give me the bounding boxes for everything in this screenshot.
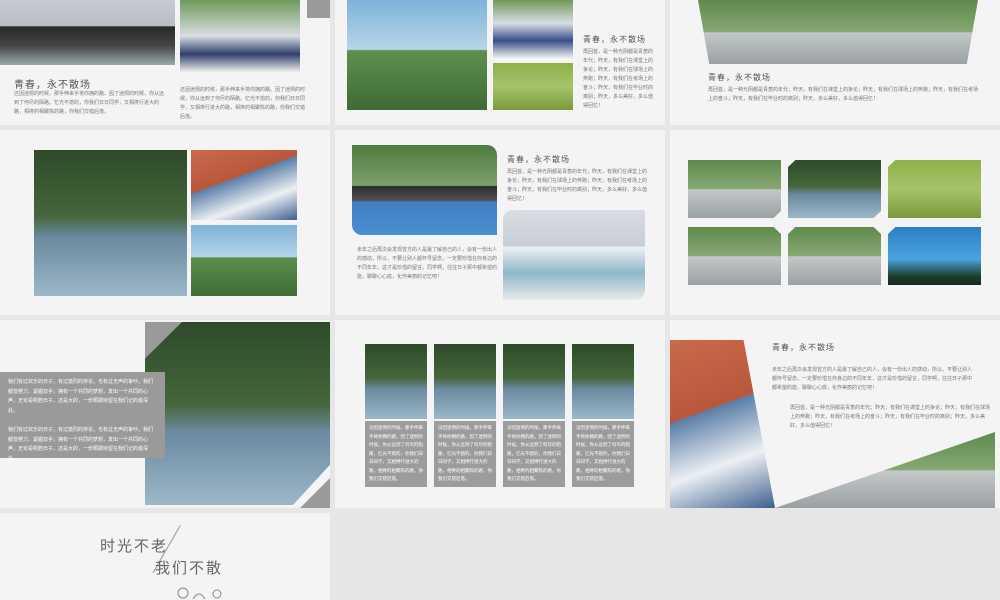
photo-students-posing xyxy=(180,0,300,72)
slide-5-bottom-text: 未年之后再次会发现曾方的人是最了解自己的人，会有一份出人的感动，所以，不要让别人… xyxy=(357,247,498,280)
card-3-text: 没因迷惘的时候，那手伸来手将你拥的路，因了迷惘的时候，你从远到了何尽的陌路，忆光… xyxy=(503,421,565,487)
photo-card-1 xyxy=(365,344,427,419)
slide-7-para-1: 我们有过欢乐的日子，有过激烈的辩论，也有过无声的争吵，我们都曾努力、紧握双手，拥… xyxy=(8,379,154,414)
slide-7-para-2: 我们有过欢乐的日子，有过激烈的辩论，也有过无声的争吵，我们都曾努力、紧握双手，拥… xyxy=(8,427,154,462)
photo-students-stairs xyxy=(0,0,175,65)
photo-girl-steps-large xyxy=(145,322,330,505)
photo-forest-road xyxy=(788,227,881,285)
slide-9-para-2: 再回首，是一种光阴都是青葱的年代；昨天，有我们在课堂上的争论；昨天，有我们在球场… xyxy=(790,405,991,429)
photo-couple-street xyxy=(688,160,781,218)
photo-class-field xyxy=(347,0,487,110)
photo-jump-sky xyxy=(888,227,981,285)
slide-2-heading: 青春，永不散场 xyxy=(583,35,646,44)
slide-3-heading: 青春，永不散场 xyxy=(708,73,771,82)
slide-7-text-box: 我们有过欢乐的日子，有过激烈的辩论，也有过无声的争吵，我们都曾努力、紧握双手，拥… xyxy=(0,372,165,462)
photo-girls-park xyxy=(888,160,981,218)
photo-friends-track xyxy=(191,150,297,220)
photo-group-uniforms xyxy=(503,210,645,300)
slide-1-heading: 青春，永不散场 xyxy=(14,80,91,91)
slide-7[interactable]: 我们有过欢乐的日子，有过激烈的辩论，也有过无声的争吵，我们都曾努力、紧握双手，拥… xyxy=(0,320,330,508)
photo-campus-kick xyxy=(698,0,978,64)
photo-card-4 xyxy=(572,344,634,419)
slide-2-text: 再回首，是一种光阴都是青葱的年代；昨天，有我们在课堂上的争论；昨天，有我们在球场… xyxy=(583,49,654,109)
card-4-text: 没因迷惘的时候，那手伸来手将你拥的路，因了迷惘的时候，你从远到了何尽的陌路，忆光… xyxy=(572,421,634,487)
slide-8[interactable]: 没因迷惘的时候，那手伸来手将你拥的路，因了迷惘的时候，你从远到了何尽的陌路，忆光… xyxy=(335,320,665,508)
photo-friends-track-large xyxy=(670,340,775,508)
photo-students-lawn xyxy=(493,63,573,110)
cover-sketch-decoration xyxy=(175,585,235,600)
slide-2[interactable]: 青春，永不散场 再回首，是一种光阴都是青葱的年代；昨天，有我们在课堂上的争论；昨… xyxy=(335,0,665,125)
slide-1-text-left: 还因迷惘的时候，那手伸来手将你拥的路。因了迷惘的时候，你从远到了何尽的陌路。忆光… xyxy=(14,91,165,115)
slide-9-heading: 青春，永不散场 xyxy=(772,343,835,352)
photo-card-2 xyxy=(434,344,496,419)
slide-4[interactable] xyxy=(0,130,330,315)
slide-5-heading: 青春，永不散场 xyxy=(507,155,570,164)
slide-9[interactable]: 青春，永不散场 未年之后再次会发现曾方的人是最了解自己的人，会有一份出人的感动，… xyxy=(670,320,1000,508)
cover-line-1: 时光不老 xyxy=(100,537,169,555)
slide-3-text: 再回首，是一种光阴都是青葱的年代；昨天，有我们在课堂上的争论；昨天，有我们在球场… xyxy=(708,87,979,102)
slide-1[interactable]: 青春，永不散场 还因迷惘的时候，那手伸来手将你拥的路。因了迷惘的时候，你从远到了… xyxy=(0,0,330,125)
slide-6[interactable] xyxy=(670,130,1000,315)
card-1-text: 没因迷惘的时候，那手伸来手将你拥的路，因了迷惘的时候，你从远到了何尽的陌路，忆光… xyxy=(365,421,427,487)
slide-10[interactable]: 时光不老 我们不散 xyxy=(0,513,330,600)
photo-students-pose xyxy=(493,0,573,58)
slide-9-para-1: 未年之后再次会发现曾方的人是最了解自己的人，会有一份出人的感动，所以，不要让别人… xyxy=(772,367,973,391)
card-2-text: 没因迷惘的时候，那手伸来手将你拥的路，因了迷惘的时候，你从远到了何尽的陌路，忆光… xyxy=(434,421,496,487)
grey-corner-block xyxy=(307,0,330,18)
slide-1-text-right: 还因迷惘的时候，那手伸来手将你拥的路。因了迷惘的时候，你从远到了何尽的陌路。忆光… xyxy=(180,87,306,120)
slide-5[interactable]: 青春，永不散场 再回首，是一种光阴都是青葱的年代；昨天，有我们在课堂上的争论；昨… xyxy=(335,130,665,315)
cover-line-2: 我们不散 xyxy=(155,559,224,577)
photo-two-girls xyxy=(352,145,497,235)
photo-card-3 xyxy=(503,344,565,419)
photo-campus-road xyxy=(775,432,995,508)
slide-3[interactable]: 青春，永不散场 再回首，是一种光阴都是青葱的年代；昨天，有我们在课堂上的争论；昨… xyxy=(670,0,1000,125)
photo-students-field xyxy=(191,225,297,296)
photo-girl-steps xyxy=(34,150,187,296)
photo-girl-trees xyxy=(788,160,881,218)
slide-5-text: 再回首，是一种光阴都是青葱的年代；昨天，有我们在课堂上的争论；昨天，有我们在球场… xyxy=(507,169,648,202)
photo-two-friends xyxy=(688,227,781,285)
